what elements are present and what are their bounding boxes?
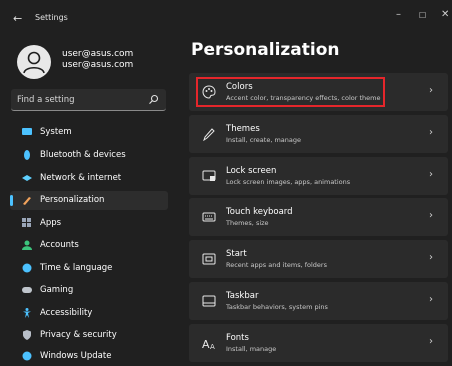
sidebar-item-label: Bluetooth & devices — [40, 150, 126, 160]
card-title: Start — [226, 249, 247, 259]
chevron-right-icon: › — [429, 294, 433, 305]
maximize-icon[interactable]: ☐ — [419, 11, 426, 20]
chevron-right-icon: › — [429, 210, 433, 221]
card-themes[interactable]: Themes Install, create, manage › — [189, 115, 448, 153]
close-icon[interactable]: ✕ — [441, 9, 449, 20]
sidebar-item-accounts[interactable]: Accounts — [10, 236, 168, 255]
card-title: Taskbar — [226, 291, 259, 301]
sidebar-item-system[interactable]: System — [10, 123, 168, 142]
card-fonts[interactable]: A A Fonts Install, manage › — [189, 324, 448, 362]
gamepad-icon — [22, 287, 32, 293]
avatar[interactable] — [17, 45, 51, 79]
chevron-right-icon: › — [429, 127, 433, 138]
sidebar-item-privacy[interactable]: Privacy & security — [10, 326, 168, 345]
search-input[interactable]: Find a setting — [17, 95, 75, 105]
card-title: Themes — [226, 124, 260, 134]
card-subtitle: Taskbar behaviors, system pins — [226, 303, 328, 311]
sidebar-item-label: Personalization — [40, 195, 105, 205]
sidebar-item-label: Windows Update — [40, 351, 112, 361]
sidebar-item-label: Privacy & security — [40, 330, 117, 340]
sidebar-item-network[interactable]: Network & internet — [10, 169, 168, 188]
start-icon — [202, 253, 216, 265]
globe-clock-icon — [22, 263, 32, 273]
card-subtitle: Themes, size — [226, 219, 269, 227]
card-subtitle: Install, manage — [226, 345, 277, 353]
sidebar-item-accessibility[interactable]: Accessibility — [10, 304, 168, 323]
brush-icon — [23, 197, 31, 205]
card-taskbar[interactable]: Taskbar Taskbar behaviors, system pins › — [189, 282, 448, 320]
sidebar-item-personalization[interactable]: Personalization — [10, 191, 168, 210]
sidebar-item-label: Accounts — [40, 240, 79, 250]
sidebar-item-label: System — [40, 127, 72, 137]
update-icon — [22, 351, 32, 361]
window-title: Settings — [35, 13, 68, 22]
sidebar-item-apps[interactable]: Apps — [10, 214, 168, 233]
card-start[interactable]: Start Recent apps and items, folders › — [189, 240, 448, 278]
card-title: Touch keyboard — [226, 207, 293, 217]
sidebar-item-label: Network & internet — [40, 173, 122, 183]
sidebar-item-label: Accessibility — [40, 308, 93, 318]
svg-text:A: A — [202, 338, 210, 350]
card-title: Fonts — [226, 333, 249, 343]
sidebar-item-label: Time & language — [40, 263, 113, 273]
shield-icon — [23, 330, 31, 340]
sidebar-item-time-language[interactable]: Time & language — [10, 259, 168, 278]
monitor-icon — [22, 128, 32, 135]
search-icon[interactable] — [148, 94, 159, 105]
accessibility-icon — [23, 308, 31, 318]
card-subtitle: Lock screen images, apps, animations — [226, 178, 351, 186]
wifi-icon — [22, 175, 32, 181]
card-subtitle: Install, create, manage — [226, 136, 302, 144]
sidebar-item-windows-update[interactable]: Windows Update — [10, 347, 168, 366]
back-arrow-icon[interactable]: ← — [13, 12, 22, 25]
selection-indicator — [10, 195, 13, 206]
sidebar-item-label: Gaming — [40, 285, 74, 295]
user-email: user@asus.com — [62, 60, 134, 70]
keyboard-icon — [202, 212, 216, 222]
card-touch-keyboard[interactable]: Touch keyboard Themes, size › — [189, 198, 448, 236]
person-icon — [22, 240, 32, 250]
sidebar-item-label: Apps — [40, 218, 62, 228]
card-lock-screen[interactable]: Lock screen Lock screen images, apps, an… — [189, 157, 448, 195]
search-box[interactable]: Find a setting — [11, 89, 166, 111]
person-icon — [23, 51, 45, 74]
highlight-box — [196, 77, 385, 107]
brush-icon — [203, 128, 215, 141]
page-title: Personalization — [191, 40, 340, 60]
chevron-right-icon: › — [429, 169, 433, 180]
taskbar-icon — [202, 295, 216, 307]
bluetooth-icon — [24, 150, 30, 160]
card-subtitle: Recent apps and items, folders — [226, 261, 327, 269]
lock-screen-icon — [202, 170, 216, 181]
title-bar: ← Settings – ☐ ✕ — [0, 0, 452, 36]
card-title: Lock screen — [226, 166, 277, 176]
minimize-icon[interactable]: – — [396, 9, 401, 20]
svg-text:A: A — [210, 343, 215, 350]
sidebar-item-gaming[interactable]: Gaming — [10, 281, 168, 300]
chevron-right-icon: › — [429, 336, 433, 347]
chevron-right-icon: › — [429, 85, 433, 96]
chevron-right-icon: › — [429, 252, 433, 263]
sidebar-item-bluetooth[interactable]: Bluetooth & devices — [10, 146, 168, 165]
fonts-icon: A A — [202, 338, 215, 350]
user-name: user@asus.com — [62, 49, 134, 59]
apps-icon — [22, 218, 31, 227]
